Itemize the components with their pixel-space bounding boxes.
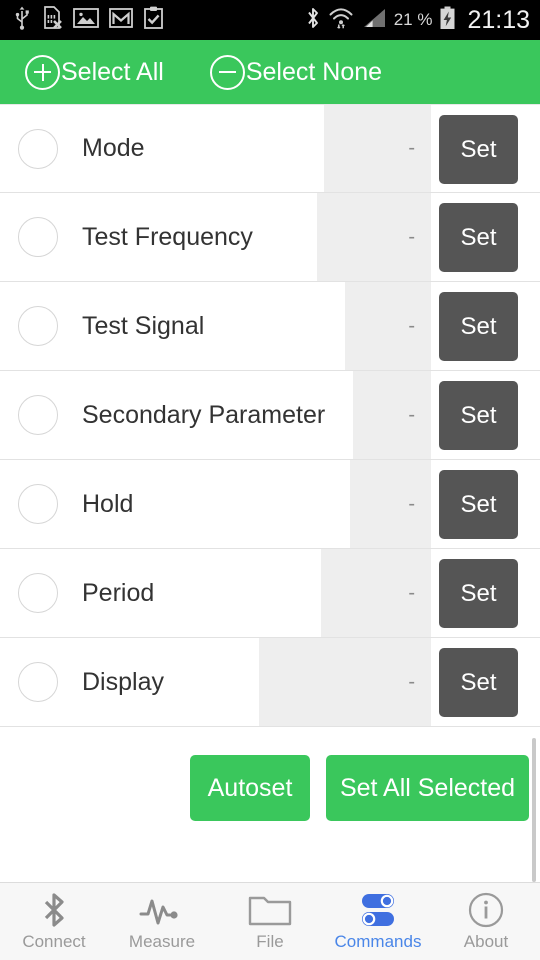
usb-icon [12, 6, 32, 35]
command-row-main: Secondary Parameter [0, 371, 325, 459]
command-value-cell: - [259, 638, 431, 726]
command-label: Mode [82, 134, 145, 162]
command-label: Hold [82, 489, 134, 518]
row-checkbox[interactable] [18, 217, 58, 257]
set-all-selected-button[interactable]: Set All Selected [326, 755, 529, 821]
command-row-main: Test Signal [0, 282, 204, 370]
command-label: Period [82, 578, 155, 607]
bottom-navigation: Connect Measure File Commands About [0, 882, 540, 960]
nav-item-label: File [256, 932, 284, 951]
command-value-cell: - [350, 460, 431, 548]
toggles-icon [356, 891, 400, 929]
command-row-main: Mode [0, 105, 145, 192]
action-button-bar: Autoset Set All Selected [0, 738, 540, 882]
command-row-main: Hold [0, 460, 133, 548]
command-value: - [408, 314, 415, 337]
table-row[interactable]: - Secondary Parameter Set [0, 371, 540, 460]
nav-item-label: Measure [128, 932, 196, 951]
command-label: Display [82, 667, 164, 696]
command-value-cell: - [317, 193, 431, 281]
row-checkbox[interactable] [18, 662, 58, 702]
row-checkbox[interactable] [18, 128, 58, 169]
table-row[interactable]: - Display Set [0, 638, 540, 727]
nav-item-connect[interactable]: Connect [0, 883, 108, 960]
table-row[interactable]: - Hold Set [0, 460, 540, 549]
set-button[interactable]: Set [439, 648, 518, 717]
command-value-cell: - [353, 371, 431, 459]
table-row[interactable]: - Period Set [0, 549, 540, 638]
nav-item-file[interactable]: File [216, 883, 324, 960]
battery-percent-label: 21 % [393, 10, 433, 29]
command-label: Test Signal [82, 311, 205, 340]
waveform-icon [139, 891, 185, 929]
row-checkbox[interactable] [18, 573, 58, 613]
table-row[interactable]: - Test Frequency Set [0, 193, 540, 282]
command-row-main: Test Frequency [0, 193, 253, 281]
row-checkbox[interactable] [18, 484, 58, 524]
nav-item-about[interactable]: About [432, 883, 540, 960]
command-value: - [408, 137, 415, 159]
command-row-main: Display [0, 638, 164, 726]
command-value-cell: - [321, 549, 431, 637]
autoset-button[interactable]: Autoset [190, 755, 310, 821]
nav-item-label: Connect [22, 932, 86, 951]
folder-icon [247, 891, 293, 929]
set-button[interactable]: Set [439, 115, 518, 184]
wifi-icon [328, 6, 354, 35]
command-value-cell: - [345, 282, 431, 370]
set-button[interactable]: Set [439, 559, 518, 628]
nav-item-measure[interactable]: Measure [108, 883, 216, 960]
status-bar-left-icons [0, 5, 164, 35]
nav-item-label: About [463, 932, 509, 951]
battery-charging-icon [439, 6, 456, 35]
row-checkbox[interactable] [18, 306, 58, 346]
command-value: - [408, 492, 415, 515]
status-bar-right-icons: 21 % 21:13 [305, 6, 540, 35]
command-label: Secondary Parameter [82, 400, 326, 429]
sd-card-disabled-icon [42, 5, 63, 35]
nav-item-label: Commands [334, 932, 422, 951]
command-value-cell: - [324, 105, 431, 192]
bluetooth-icon [305, 6, 321, 35]
command-value: - [408, 670, 415, 693]
command-value: - [408, 225, 415, 248]
clipboard-check-icon [143, 6, 164, 35]
command-value: - [408, 581, 415, 604]
row-checkbox[interactable] [18, 395, 58, 435]
gallery-image-icon [73, 7, 99, 34]
select-all-button[interactable]: Select All [25, 54, 164, 90]
set-button[interactable]: Set [439, 381, 518, 450]
command-row-main: Period [0, 549, 154, 637]
command-label: Test Frequency [82, 222, 253, 251]
minus-circle-icon [209, 54, 245, 90]
nav-item-commands[interactable]: Commands [324, 883, 432, 960]
plus-circle-icon [25, 54, 60, 90]
gmail-icon [109, 7, 133, 34]
app-root: 21 % 21:13 Select All Select None - Mode S… [0, 0, 540, 960]
command-list[interactable]: - Mode Set - Test Frequency Set - Test Signal Se… [0, 104, 540, 738]
table-row[interactable]: - Test Signal Set [0, 282, 540, 371]
vertical-scrollbar[interactable] [532, 738, 536, 882]
cellular-signal-icon [361, 6, 387, 35]
select-all-label: Select All [61, 57, 164, 86]
table-row[interactable]: - Mode Set [0, 104, 540, 193]
info-circle-icon [466, 891, 506, 929]
status-bar-clock: 21:13 [467, 5, 530, 34]
status-bar: 21 % 21:13 [0, 0, 540, 40]
select-none-label: Select None [245, 57, 383, 86]
select-none-button[interactable]: Select None [209, 54, 383, 90]
selection-toolbar: Select All Select None [0, 40, 540, 104]
bluetooth-icon [37, 891, 71, 929]
set-button[interactable]: Set [439, 470, 518, 539]
set-button[interactable]: Set [439, 203, 518, 272]
set-button[interactable]: Set [439, 292, 518, 361]
command-value: - [408, 403, 415, 426]
